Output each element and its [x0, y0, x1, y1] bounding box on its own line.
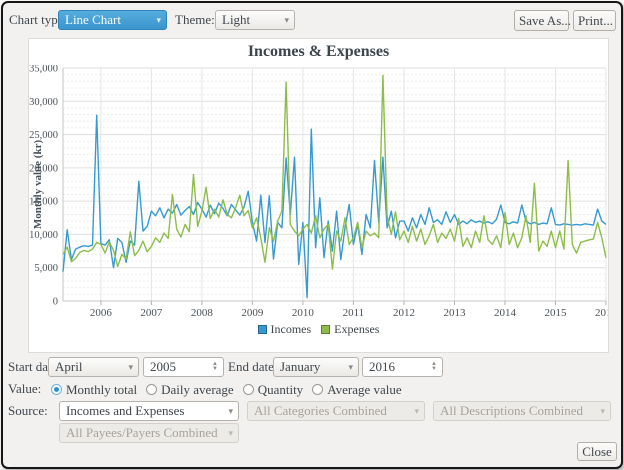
- save-as-button[interactable]: Save As...: [514, 10, 569, 31]
- radio-icon: [243, 384, 254, 395]
- expenses-swatch-icon: [321, 325, 330, 334]
- svg-text:35,000: 35,000: [29, 65, 58, 75]
- chevron-down-icon: ▾: [410, 406, 419, 417]
- end-month-value: January: [280, 359, 320, 375]
- chart-title: Incomes & Expenses: [29, 43, 608, 61]
- svg-text:2008: 2008: [191, 307, 214, 319]
- svg-text:2012: 2012: [393, 307, 415, 319]
- theme-label: Theme:: [175, 10, 215, 30]
- svg-text:2016: 2016: [595, 307, 608, 319]
- svg-text:Monthly value (kr): Monthly value (kr): [32, 140, 44, 230]
- svg-text:5,000: 5,000: [34, 263, 58, 274]
- svg-text:2009: 2009: [241, 307, 264, 319]
- legend-item-expenses: Expenses: [321, 322, 379, 337]
- print-button[interactable]: Print...: [573, 10, 616, 31]
- start-month-value: April: [55, 359, 82, 375]
- radio-icon: [146, 384, 157, 395]
- start-year-spinner[interactable]: 2005 ▲▼: [143, 357, 224, 377]
- legend-item-incomes: Incomes: [258, 322, 312, 337]
- chevron-down-icon: ▾: [224, 406, 233, 417]
- chevron-down-icon: ▾: [280, 15, 289, 26]
- svg-text:2007: 2007: [140, 307, 163, 319]
- chart-type-value: Line Chart: [65, 12, 121, 28]
- end-year-value: 2016: [369, 359, 395, 375]
- svg-text:2015: 2015: [545, 307, 568, 319]
- source-label: Source:: [8, 401, 48, 421]
- chevron-down-icon: ▾: [596, 406, 605, 417]
- value-label: Value:: [8, 379, 41, 399]
- svg-text:30,000: 30,000: [29, 97, 58, 108]
- theme-select[interactable]: Light ▾: [215, 10, 295, 30]
- descriptions-select: All Descriptions Combined ▾: [433, 401, 611, 421]
- categories-value: All Categories Combined: [254, 403, 387, 419]
- value-radio-group: Monthly total Daily average Quantity Ave…: [51, 381, 402, 398]
- chart-legend: Incomes Expenses: [29, 322, 608, 337]
- radio-icon: [312, 384, 323, 395]
- svg-text:2011: 2011: [343, 307, 365, 319]
- svg-text:25,000: 25,000: [29, 130, 58, 141]
- legend-label-expenses: Expenses: [334, 322, 379, 337]
- svg-text:2006: 2006: [90, 307, 113, 319]
- theme-value: Light: [222, 12, 250, 28]
- svg-text:2010: 2010: [292, 307, 315, 319]
- close-button[interactable]: Close: [577, 442, 617, 461]
- line-chart-plot: 2006 2007 2008 2009 2010 2011 2012 2013 2014 2015…: [29, 65, 608, 323]
- chart-type-select[interactable]: Line Chart ▾: [58, 10, 167, 30]
- end-year-spinner[interactable]: 2016 ▲▼: [362, 357, 443, 377]
- source-value: Incomes and Expenses: [66, 403, 184, 419]
- source-select[interactable]: Incomes and Expenses ▾: [59, 401, 239, 421]
- chevron-down-icon: ▾: [124, 362, 133, 373]
- chevron-down-icon: ▾: [224, 428, 233, 439]
- chevron-down-icon: ▾: [152, 15, 161, 26]
- svg-text:2013: 2013: [444, 307, 467, 319]
- start-year-value: 2005: [150, 359, 176, 375]
- chart-panel: Incomes & Expenses 200620072008200920102…: [28, 38, 609, 353]
- chevron-down-icon: ▾: [344, 362, 353, 373]
- payees-select: All Payees/Payers Combined ▾: [59, 423, 239, 443]
- radio-quantity[interactable]: Quantity: [243, 382, 304, 398]
- radio-daily-average[interactable]: Daily average: [146, 382, 234, 398]
- radio-average-value[interactable]: Average value: [312, 382, 401, 398]
- svg-text:10,000: 10,000: [29, 230, 58, 241]
- spinner-arrows-icon[interactable]: ▲▼: [207, 362, 223, 372]
- categories-select: All Categories Combined ▾: [247, 401, 425, 421]
- legend-label-incomes: Incomes: [271, 322, 312, 337]
- svg-text:2014: 2014: [494, 307, 517, 319]
- radio-icon: [51, 384, 62, 395]
- chart-dialog-window: Chart type: Line Chart ▾ Theme: Light ▾ …: [1, 1, 623, 469]
- spinner-arrows-icon[interactable]: ▲▼: [426, 362, 442, 372]
- payees-value: All Payees/Payers Combined: [66, 425, 218, 441]
- end-month-select[interactable]: January ▾: [273, 357, 359, 377]
- end-date-label: End date:: [228, 357, 277, 377]
- incomes-swatch-icon: [258, 325, 267, 334]
- start-month-select[interactable]: April ▾: [48, 357, 139, 377]
- svg-text:0: 0: [53, 297, 58, 308]
- radio-monthly-total[interactable]: Monthly total: [51, 382, 137, 398]
- descriptions-value: All Descriptions Combined: [440, 403, 583, 419]
